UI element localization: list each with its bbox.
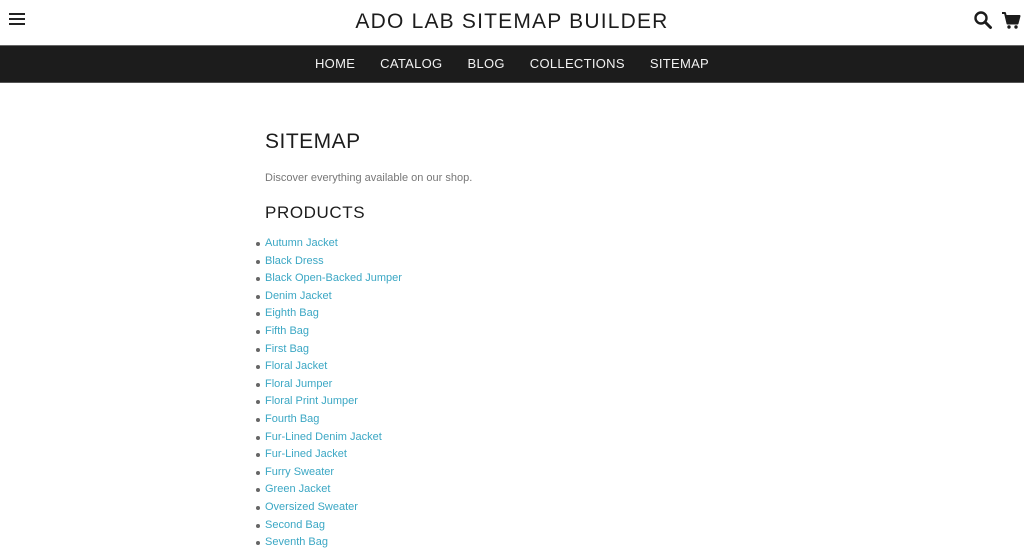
list-item: Floral Jacket [256,358,765,376]
list-item: Black Open-Backed Jumper [256,270,765,288]
list-item: Fur-Lined Denim Jacket [256,429,765,447]
product-link[interactable]: Oversized Sweater [265,501,358,513]
product-link[interactable]: Autumn Jacket [265,237,338,249]
list-item: Fur-Lined Jacket [256,446,765,464]
list-item: Oversized Sweater [256,499,765,517]
list-item: Furry Sweater [256,464,765,482]
nav-link-catalog[interactable]: CATALOG [368,56,455,71]
list-item: Autumn Jacket [256,235,765,253]
page-description: Discover everything available on our sho… [265,172,473,184]
page-title: SITEMAP [265,130,361,153]
product-link[interactable]: Seventh Bag [265,536,328,548]
list-item: Green Jacket [256,481,765,499]
product-list: Autumn Jacket Black Dress Black Open-Backe… [256,235,765,552]
product-link[interactable]: Eighth Bag [265,307,319,319]
nav-link-home[interactable]: HOME [302,56,367,71]
product-link[interactable]: Black Open-Backed Jumper [265,272,402,284]
list-item: Second Bag [256,517,765,535]
product-link[interactable]: Green Jacket [265,483,330,495]
list-item: First Bag [256,341,765,359]
list-item: Floral Jumper [256,376,765,394]
products-heading: PRODUCTS [265,203,366,222]
product-link[interactable]: Black Dress [265,255,324,267]
product-link[interactable]: Denim Jacket [265,290,332,302]
nav-link-sitemap[interactable]: SITEMAP [637,56,721,71]
product-link[interactable]: Fifth Bag [265,325,309,337]
product-link[interactable]: Fur-Lined Denim Jacket [265,431,382,443]
product-link[interactable]: Floral Print Jumper [265,395,358,407]
product-link[interactable]: Fourth Bag [265,413,319,425]
nav-item: HOME [302,46,367,82]
product-link[interactable]: Floral Jumper [265,378,332,390]
site-title[interactable]: ADO LAB SITEMAP BUILDER [0,10,1024,34]
list-item: Seventh Bag [256,534,765,552]
main-navigation: HOME CATALOG BLOG COLLECTIONS SITEMAP [0,45,1024,83]
list-item: Black Dress [256,253,765,271]
site-header: ADO LAB SITEMAP BUILDER [0,0,1024,45]
nav-link-collections[interactable]: COLLECTIONS [517,56,637,71]
nav-link-blog[interactable]: BLOG [455,56,517,71]
product-link[interactable]: Furry Sweater [265,466,334,478]
nav-item: CATALOG [368,46,455,82]
cart-icon[interactable] [1001,11,1021,31]
search-icon[interactable] [973,10,993,30]
list-item: Fourth Bag [256,411,765,429]
product-link[interactable]: First Bag [265,343,309,355]
main-content: SITEMAP Discover everything available on… [256,130,765,552]
product-link[interactable]: Fur-Lined Jacket [265,448,347,460]
product-link[interactable]: Floral Jacket [265,360,327,372]
list-item: Denim Jacket [256,288,765,306]
list-item: Eighth Bag [256,305,765,323]
product-link[interactable]: Second Bag [265,519,325,531]
nav-item: COLLECTIONS [517,46,637,82]
list-item: Fifth Bag [256,323,765,341]
nav-list: HOME CATALOG BLOG COLLECTIONS SITEMAP [0,46,1024,82]
nav-item: SITEMAP [637,46,721,82]
nav-item: BLOG [455,46,517,82]
list-item: Floral Print Jumper [256,393,765,411]
